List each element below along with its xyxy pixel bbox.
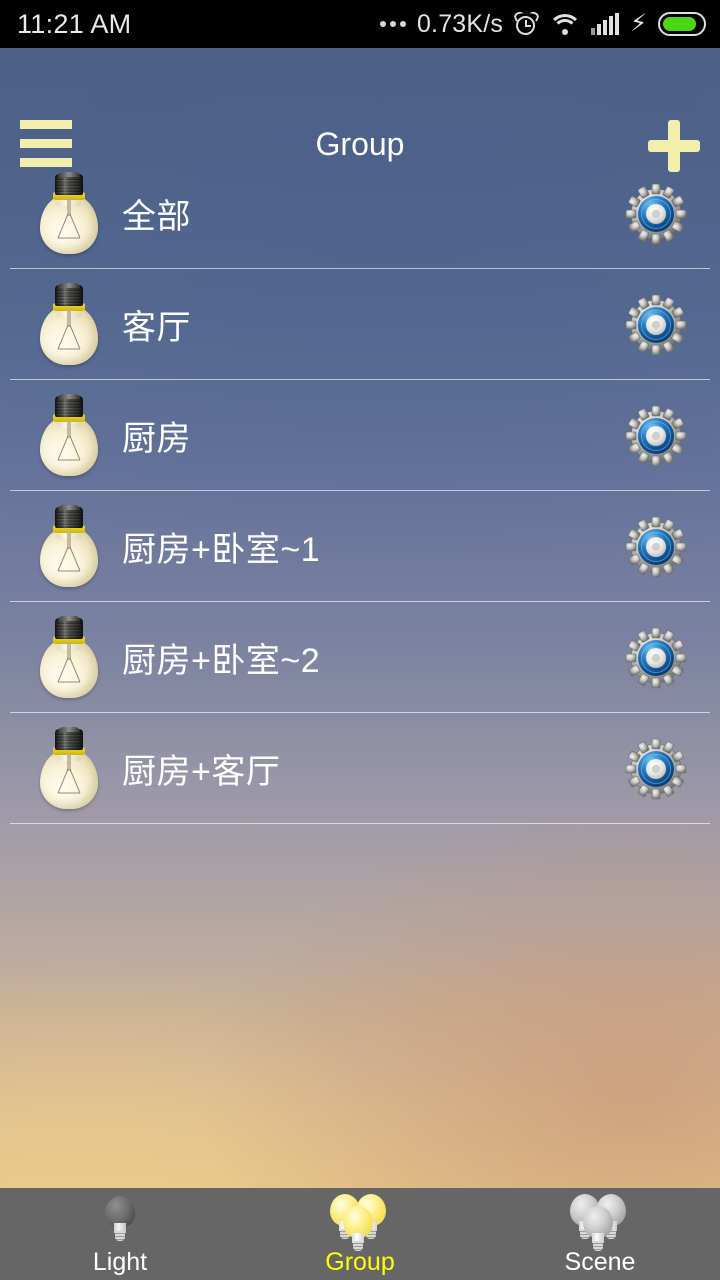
gear-icon[interactable] — [624, 737, 688, 801]
signal-icon — [591, 13, 620, 35]
light-bulb-icon — [38, 726, 100, 811]
light-bulb-icon — [38, 504, 100, 589]
single-bulb-icon — [82, 1194, 158, 1246]
battery-icon — [658, 12, 706, 36]
list-item[interactable]: 客厅 — [0, 269, 720, 380]
light-bulb-icon — [38, 282, 100, 367]
filament-shape — [57, 213, 81, 238]
filament-shape — [57, 657, 81, 682]
wifi-icon — [548, 13, 583, 36]
filament-shape — [57, 768, 81, 793]
gear-icon[interactable] — [624, 182, 688, 246]
light-bulb-icon — [38, 615, 100, 700]
list-item[interactable]: 厨房+客厅 — [0, 713, 720, 824]
list-item[interactable]: 厨房+卧室~1 — [0, 491, 720, 602]
gear-icon[interactable] — [624, 515, 688, 579]
group-name: 全部 — [122, 198, 191, 236]
scene-bulbs-icon — [562, 1194, 638, 1251]
filament-shape — [57, 546, 81, 571]
overflow-dots-icon — [379, 21, 406, 27]
tab-scene[interactable]: Scene — [480, 1188, 720, 1280]
page-title: Group — [315, 126, 405, 162]
app-header: Group — [0, 48, 720, 172]
status-icons: 0.73K/s ⚡ — [379, 9, 706, 39]
gear-icon[interactable] — [624, 626, 688, 690]
status-bar: 11:21 AM 0.73K/s ⚡ — [0, 0, 720, 48]
row-divider — [10, 823, 710, 824]
alarm-icon — [513, 9, 541, 37]
network-speed-text: 0.73K/s — [416, 9, 504, 38]
gear-icon[interactable] — [624, 293, 688, 357]
light-bulb-icon — [38, 393, 100, 478]
plus-icon[interactable] — [648, 120, 700, 172]
group-name: 客厅 — [122, 309, 191, 347]
group-name: 厨房+客厅 — [122, 753, 281, 791]
tab-group[interactable]: Group — [240, 1188, 480, 1280]
bottom-navigation: Light Group Scene — [0, 1188, 720, 1280]
tab-label: Group — [325, 1248, 395, 1276]
list-item[interactable]: 全部 — [0, 158, 720, 269]
light-bulb-icon — [38, 171, 100, 256]
group-name: 厨房 — [122, 420, 191, 458]
triple-bulb-icon — [322, 1194, 398, 1251]
tab-label: Scene — [564, 1248, 636, 1276]
group-list: 全部 客厅 厨房 厨房+卧室~1 厨房+卧室~2 厨房+客厅 — [0, 158, 720, 824]
filament-shape — [57, 324, 81, 349]
tab-label: Light — [92, 1248, 148, 1276]
list-item[interactable]: 厨房+卧室~2 — [0, 602, 720, 713]
tab-light[interactable]: Light — [0, 1188, 240, 1280]
charging-bolt-icon: ⚡ — [630, 10, 647, 37]
filament-shape — [57, 435, 81, 460]
group-name: 厨房+卧室~1 — [122, 531, 321, 569]
group-name: 厨房+卧室~2 — [122, 642, 321, 680]
status-time: 11:21 AM — [17, 8, 132, 39]
gear-icon[interactable] — [624, 404, 688, 468]
app-screen: 11:21 AM 0.73K/s ⚡ Group 全部 客厅 厨房 厨房+卧室~… — [0, 0, 720, 1280]
list-item[interactable]: 厨房 — [0, 380, 720, 491]
